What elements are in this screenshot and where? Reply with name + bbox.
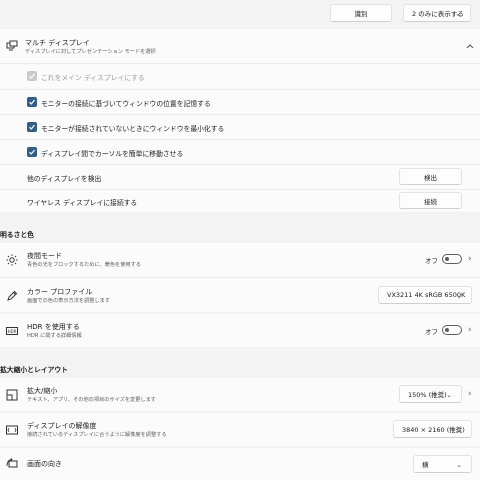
scale-value: 150% (推奨) <box>408 391 447 399</box>
orientation-row: 画面の向き 横 ⌄ <box>0 448 480 480</box>
night-light-title: 夜間モード <box>27 252 62 260</box>
hdr-state: オフ <box>425 328 438 336</box>
checkmark-icon <box>29 149 35 155</box>
color-profile-subtitle: 画面での色の表示方法を調整します <box>27 298 111 304</box>
detect-row: 他のディスプレイを検出 検出 <box>0 165 480 189</box>
chevron-right-icon: › <box>468 254 472 264</box>
cursor-move-checkbox[interactable] <box>27 147 37 157</box>
detect-label: 他のディスプレイを検出 <box>27 175 102 183</box>
wireless-row: ワイヤレス ディスプレイに接続する 接続 <box>0 190 480 212</box>
orientation-title: 画面の向き <box>27 460 62 468</box>
hdr-title: HDR を使用する <box>27 323 80 331</box>
chevron-down-icon: ⌄ <box>456 426 462 434</box>
cursor-move-label: ディスプレイ間でカーソルを簡単に移動させる <box>41 150 184 158</box>
chevron-down-icon: ⌄ <box>456 461 462 469</box>
night-light-row[interactable]: 夜間モード 青色の光をブロックするために、暖色を使用する オフ › <box>0 243 480 276</box>
rotate-screen-icon <box>6 458 18 468</box>
checkmark-icon <box>29 99 35 105</box>
multi-display-subtitle: ディスプレイに対してプレゼンテーション モードを選択 <box>25 49 156 55</box>
checkbox-row-minimize-windows[interactable]: モニターが接続されていないときにウィンドウを最小化する <box>0 115 480 139</box>
scale-section-heading: 拡大縮小とレイアウト <box>0 366 68 374</box>
resolution-title: ディスプレイの解像度 <box>27 422 97 430</box>
scale-title: 拡大/縮小 <box>27 387 58 395</box>
resolution-subtitle: 接続されているディスプレイに合うように解像度を調整する <box>27 432 167 438</box>
checkbox-row-cursor-move[interactable]: ディスプレイ間でカーソルを簡単に移動させる <box>0 140 480 164</box>
identify-button[interactable]: 識別 <box>330 4 392 22</box>
multi-display-card: マルチ ディスプレイ ディスプレイに対してプレゼンテーション モードを選択 これ… <box>0 29 480 212</box>
checkmark-icon <box>29 73 35 79</box>
multi-display-header[interactable]: マルチ ディスプレイ ディスプレイに対してプレゼンテーション モードを選択 <box>0 29 480 63</box>
color-profile-select[interactable]: VX3211 4K sRGB 6500K ⌄ <box>378 286 472 304</box>
orientation-select[interactable]: 横 ⌄ <box>413 455 472 473</box>
minimize-windows-label: モニターが接続されていないときにウィンドウを最小化する <box>41 125 225 133</box>
remember-positions-checkbox[interactable] <box>27 97 37 107</box>
connect-button[interactable]: 接続 <box>399 192 462 209</box>
minimize-windows-checkbox[interactable] <box>27 122 37 132</box>
scale-icon <box>6 389 18 401</box>
resolution-icon <box>6 425 18 435</box>
chevron-up-icon <box>466 44 474 49</box>
chevron-down-icon: ⌄ <box>456 292 462 300</box>
resolution-row: ディスプレイの解像度 接続されているディスプレイに合うように解像度を調整する 3… <box>0 413 480 446</box>
scale-subtitle: テキスト、アプリ、その他の項目のサイズを変更します <box>27 397 156 403</box>
wireless-label: ワイヤレス ディスプレイに接続する <box>27 199 138 207</box>
chevron-down-icon: ⌄ <box>446 391 452 399</box>
scale-row[interactable]: 拡大/縮小 テキスト、アプリ、その他の項目のサイズを変更します 150% (推奨… <box>0 378 480 411</box>
checkbox-row-remember-positions[interactable]: モニターの接続に基づいてウィンドウの位置を記憶する <box>0 90 480 114</box>
main-display-label: これをメイン ディスプレイにする <box>41 74 145 82</box>
detect-button[interactable]: 検出 <box>399 168 462 185</box>
remember-positions-label: モニターの接続に基づいてウィンドウの位置を記憶する <box>41 100 211 108</box>
chevron-down-icon: ⌄ <box>455 10 461 18</box>
multi-monitor-icon <box>6 40 18 51</box>
hdr-row[interactable]: HDR HDR を使用する HDR に関する詳細情報 オフ › <box>0 314 480 347</box>
scale-select[interactable]: 150% (推奨) ⌄ <box>399 385 462 403</box>
color-profile-value: VX3211 4K sRGB 6500K <box>387 291 466 299</box>
display-mode-select[interactable]: 2 のみに表示する ⌄ <box>403 4 471 22</box>
hdr-info-link[interactable]: HDR に関する詳細情報 <box>27 332 82 339</box>
checkbox-row-main-display[interactable]: これをメイン ディスプレイにする <box>0 64 480 89</box>
checkmark-icon <box>29 124 35 130</box>
night-light-toggle[interactable] <box>442 254 462 264</box>
hdr-icon: HDR <box>6 327 18 335</box>
orientation-value: 横 <box>422 461 429 469</box>
resolution-select[interactable]: 3840 × 2160 (推奨) ⌄ <box>393 420 472 438</box>
svg-text:HDR: HDR <box>8 329 17 334</box>
chevron-right-icon: › <box>468 325 472 335</box>
night-light-state: オフ <box>425 257 438 265</box>
top-bar: 識別 2 のみに表示する ⌄ <box>0 0 480 28</box>
color-profile-row: カラー プロファイル 画面での色の表示方法を調整します VX3211 4K sR… <box>0 279 480 312</box>
multi-display-title: マルチ ディスプレイ <box>25 39 90 47</box>
hdr-toggle[interactable] <box>442 325 462 335</box>
night-light-subtitle: 青色の光をブロックするために、暖色を使用する <box>27 262 141 268</box>
brightness-section-heading: 明るさと色 <box>0 231 34 239</box>
pen-icon <box>7 290 18 301</box>
brightness-icon <box>6 254 18 266</box>
chevron-right-icon: › <box>468 389 472 399</box>
color-profile-title: カラー プロファイル <box>27 288 93 296</box>
main-display-checkbox[interactable] <box>27 71 37 81</box>
